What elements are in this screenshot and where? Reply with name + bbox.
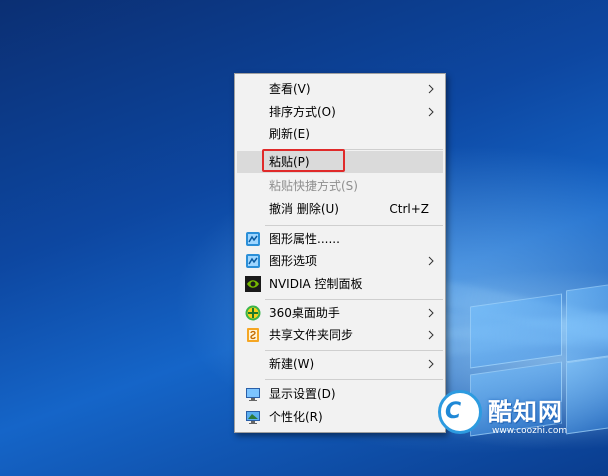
menu-item-view[interactable]: 查看(V) — [237, 78, 443, 100]
wallpaper-logo-pane — [566, 281, 608, 363]
menu-item-sort-by[interactable]: 排序方式(O) — [237, 101, 443, 123]
menu-separator — [265, 299, 443, 300]
menu-item-360-desktop-assistant[interactable]: 360桌面助手 — [237, 302, 443, 324]
menu-item-graphics-properties[interactable]: 图形属性...... — [237, 228, 443, 250]
coozhi-logo-icon: C — [438, 390, 482, 434]
menu-item-refresh[interactable]: 刷新(E) — [237, 123, 443, 145]
menu-item-label: 排序方式(O) — [269, 105, 336, 119]
paste-highlight-annotation — [262, 149, 345, 172]
menu-separator — [265, 350, 443, 351]
personalize-icon — [245, 409, 261, 425]
menu-item-shared-folder-sync[interactable]: 共享文件夹同步 — [237, 324, 443, 346]
share-sync-icon — [245, 327, 261, 343]
menu-item-graphics-options[interactable]: 图形选项 — [237, 250, 443, 272]
menu-item-label: NVIDIA 控制面板 — [269, 277, 363, 291]
menu-item-label: 刷新(E) — [269, 127, 310, 141]
desktop-context-menu: 查看(V) 排序方式(O) 刷新(E) 粘贴(P) 粘贴快捷方式(S) 撤消 删… — [234, 73, 446, 433]
menu-item-label: 查看(V) — [269, 82, 311, 96]
menu-item-undo-delete[interactable]: 撤消 删除(U) Ctrl+Z — [237, 198, 443, 220]
chevron-right-icon — [426, 324, 436, 346]
coozhi-watermark: C 酷知网 www.coozhi.com — [432, 388, 592, 450]
menu-separator — [265, 379, 443, 380]
chevron-right-icon — [426, 250, 436, 272]
wallpaper-logo-pane — [470, 293, 562, 369]
menu-item-label: 新建(W) — [269, 357, 315, 371]
menu-item-paste-shortcut: 粘贴快捷方式(S) — [237, 175, 443, 197]
menu-item-label: 360桌面助手 — [269, 306, 340, 320]
chevron-right-icon — [426, 302, 436, 324]
menu-item-display-settings[interactable]: 显示设置(D) — [237, 383, 443, 405]
display-icon — [245, 386, 261, 402]
menu-item-label: 图形选项 — [269, 254, 318, 268]
menu-item-personalize[interactable]: 个性化(R) — [237, 406, 443, 428]
menu-item-label: 撤消 删除(U) — [269, 202, 339, 216]
menu-item-label: 图形属性...... — [269, 232, 340, 246]
menu-item-label: 个性化(R) — [269, 410, 323, 424]
menu-item-label: 共享文件夹同步 — [269, 328, 354, 342]
menu-item-nvidia-control-panel[interactable]: NVIDIA 控制面板 — [237, 273, 443, 295]
intel-graphics-icon — [245, 231, 261, 247]
360-icon — [245, 305, 261, 321]
menu-item-new[interactable]: 新建(W) — [237, 353, 443, 375]
menu-item-label: 显示设置(D) — [269, 387, 336, 401]
desktop[interactable]: 查看(V) 排序方式(O) 刷新(E) 粘贴(P) 粘贴快捷方式(S) 撤消 删… — [0, 0, 608, 476]
menu-item-shortcut: Ctrl+Z — [389, 202, 429, 216]
chevron-right-icon — [426, 101, 436, 123]
menu-item-label: 粘贴快捷方式(S) — [269, 179, 358, 193]
watermark-title: 酷知网 — [488, 398, 563, 426]
menu-separator — [265, 225, 443, 226]
nvidia-icon — [245, 276, 261, 292]
intel-graphics-icon — [245, 253, 261, 269]
chevron-right-icon — [426, 78, 436, 100]
chevron-right-icon — [426, 353, 436, 375]
watermark-url: www.coozhi.com — [492, 426, 568, 436]
